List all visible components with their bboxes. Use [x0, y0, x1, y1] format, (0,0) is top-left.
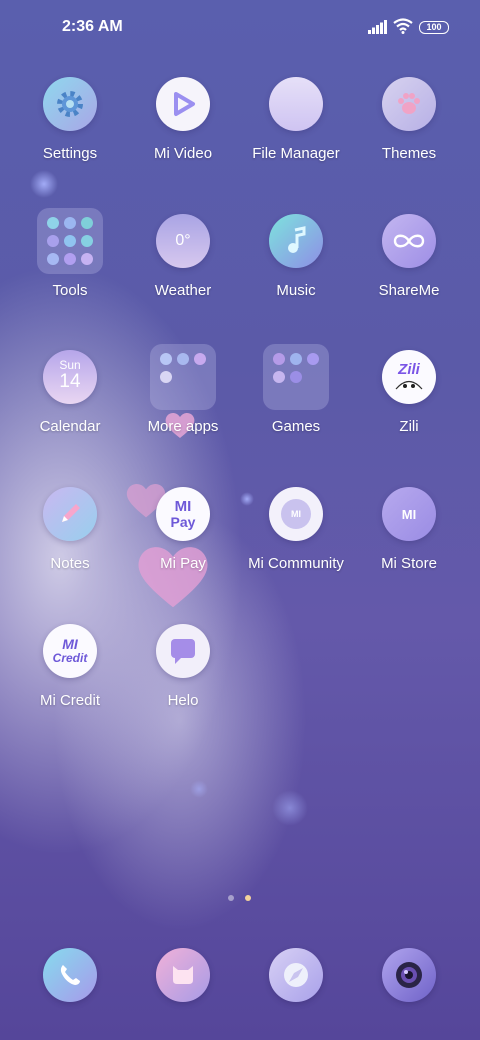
mi-pay-icon: MI Pay [156, 487, 210, 541]
app-label: Games [271, 418, 321, 435]
app-label: File Manager [252, 145, 340, 162]
pencil-icon [43, 487, 97, 541]
calendar-day: Sun [59, 358, 81, 372]
app-mi-pay[interactable]: MI Pay Mi Pay [127, 487, 239, 572]
mi-logo-text: MI [291, 509, 301, 519]
bokeh-light [30, 170, 58, 198]
status-bar: 2:36 AM 100 [0, 0, 480, 56]
app-label: Mi Video [153, 145, 213, 162]
app-tools-folder[interactable]: Tools [14, 208, 126, 299]
mi-pay-logo-text: MI [174, 497, 192, 515]
paw-icon [382, 77, 436, 131]
zili-logo-text: Zili [398, 360, 420, 378]
app-zili[interactable]: Zili Zili [353, 350, 465, 435]
tools-folder-icon [37, 208, 103, 274]
bokeh-light [272, 790, 308, 826]
app-mi-store[interactable]: MI Mi Store [353, 487, 465, 572]
app-weather[interactable]: 0° Weather [127, 214, 239, 299]
mi-store-icon: MI [382, 487, 436, 541]
messages-icon [173, 966, 193, 984]
page-indicator-dot[interactable] [228, 895, 234, 901]
mi-logo-text: MI [401, 506, 417, 522]
page-indicator-dot-active[interactable] [245, 895, 251, 901]
calendar-icon: Sun 14 [43, 350, 97, 404]
app-label: ShareMe [378, 282, 440, 299]
app-mi-community[interactable]: MI Mi Community [240, 487, 352, 572]
app-label: Mi Credit [39, 692, 100, 709]
app-more-apps-folder[interactable]: More apps [127, 344, 239, 435]
browser-icon [284, 963, 308, 987]
app-helo[interactable]: Helo [127, 624, 239, 709]
calendar-date: 14 [59, 371, 81, 392]
mi-credit-logo-text: MI [62, 635, 78, 652]
app-label: Themes [381, 145, 437, 162]
mi-pay-logo-text: Pay [170, 513, 196, 530]
battery-icon: 100 [419, 21, 449, 34]
more-apps-folder-icon [150, 344, 216, 410]
app-settings[interactable]: Settings [14, 77, 126, 162]
app-label: Tools [52, 282, 88, 299]
play-icon [156, 77, 210, 131]
camera-icon [396, 962, 422, 988]
app-label: Helo [167, 692, 199, 709]
app-label: Settings [42, 145, 98, 162]
app-themes[interactable]: Themes [353, 77, 465, 162]
app-label: Weather [154, 282, 212, 299]
app-label: Mi Store [381, 555, 437, 572]
app-label: Notes [50, 555, 90, 572]
settings-icon [43, 77, 97, 131]
chat-bubble-icon [156, 624, 210, 678]
app-music[interactable]: Music [240, 214, 352, 299]
cellular-signal-icon [368, 20, 387, 34]
app-label: Calendar [39, 418, 101, 435]
mi-credit-logo-text: Credit [52, 650, 88, 665]
app-label: Mi Community [248, 555, 344, 572]
weather-temperature: 0° [175, 232, 191, 249]
app-notes[interactable]: Notes [14, 487, 126, 572]
app-file-manager[interactable]: File Manager [240, 77, 352, 162]
dock-browser[interactable] [269, 948, 323, 1002]
weather-icon: 0° [156, 214, 210, 268]
dock-messages[interactable] [156, 948, 210, 1002]
wifi-icon [393, 18, 413, 34]
status-time: 2:36 AM [62, 18, 123, 35]
dock-camera[interactable] [382, 948, 436, 1002]
mi-credit-icon: MI Credit [43, 624, 97, 678]
app-label: Music [276, 282, 316, 299]
bokeh-light [190, 780, 208, 798]
games-folder-icon [263, 344, 329, 410]
mi-community-icon: MI [269, 487, 323, 541]
dock-phone[interactable] [43, 948, 97, 1002]
folder-icon [269, 77, 323, 131]
app-mi-credit[interactable]: MI Credit Mi Credit [14, 624, 126, 709]
music-note-icon [269, 214, 323, 268]
infinity-icon [382, 214, 436, 268]
app-games-folder[interactable]: Games [240, 344, 352, 435]
app-shareme[interactable]: ShareMe [353, 214, 465, 299]
app-calendar[interactable]: Sun 14 Calendar [14, 350, 126, 435]
app-label: More apps [147, 418, 219, 435]
app-label: Mi Pay [160, 555, 206, 572]
phone-icon [60, 965, 80, 985]
zili-icon: Zili [382, 350, 436, 404]
app-mi-video[interactable]: Mi Video [127, 77, 239, 162]
app-label: Zili [399, 418, 419, 435]
